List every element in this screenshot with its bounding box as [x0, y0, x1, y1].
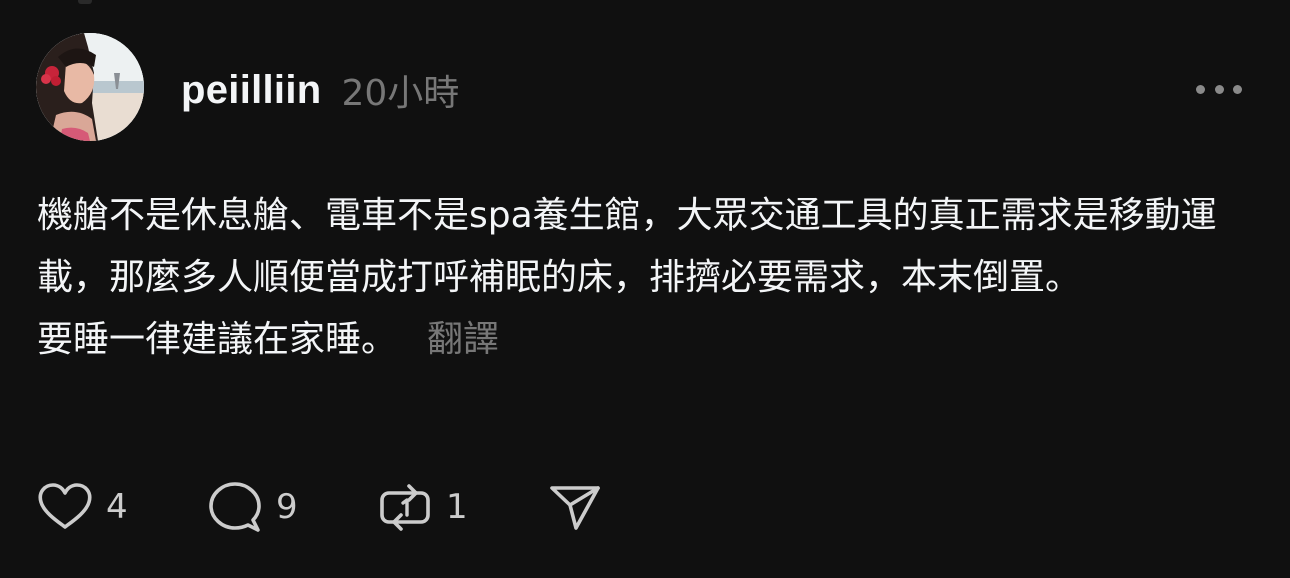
username[interactable]: peiilliin	[181, 68, 322, 113]
more-horizontal-icon-dot	[1233, 84, 1242, 94]
translate-link[interactable]: 翻譯	[427, 319, 499, 360]
like-count: 4	[106, 487, 128, 527]
thread-connector-line	[78, 0, 92, 4]
action-bar: 4 9 1	[36, 478, 604, 536]
thread-post: peiilliin 20小時 機艙不是休息艙、電車不是spa養生館，大眾交通工具…	[0, 0, 1290, 578]
repost-count: 1	[446, 487, 468, 527]
repost-arrows-icon	[380, 484, 430, 531]
speech-bubble-icon	[209, 482, 261, 532]
more-horizontal-icon	[1196, 84, 1205, 94]
timestamp: 20小時	[341, 73, 460, 114]
post-body: 機艙不是休息艙、電車不是spa養生館，大眾交通工具的真正需求是移動運載，那麼多人…	[37, 185, 1252, 371]
reply-button[interactable]: 9	[206, 478, 376, 536]
repost-button[interactable]: 1	[376, 478, 546, 536]
avatar-image	[36, 33, 144, 141]
send-icon	[550, 486, 600, 530]
more-horizontal-icon-dot	[1214, 84, 1224, 94]
more-options-button[interactable]	[1196, 74, 1242, 104]
share-button[interactable]	[546, 478, 604, 536]
post-header: peiilliin 20小時	[181, 62, 459, 118]
post-text-paragraph-last: 要睡一律建議在家睡。 翻譯	[37, 309, 1252, 371]
post-text-line: 要睡一律建議在家睡。	[37, 319, 398, 360]
reply-count: 9	[276, 487, 298, 527]
post-text-paragraph: 機艙不是休息艙、電車不是spa養生館，大眾交通工具的真正需求是移動運載，那麼多人…	[37, 195, 1217, 298]
heart-icon	[38, 483, 92, 529]
avatar[interactable]	[36, 33, 144, 141]
like-button[interactable]: 4	[36, 478, 206, 536]
